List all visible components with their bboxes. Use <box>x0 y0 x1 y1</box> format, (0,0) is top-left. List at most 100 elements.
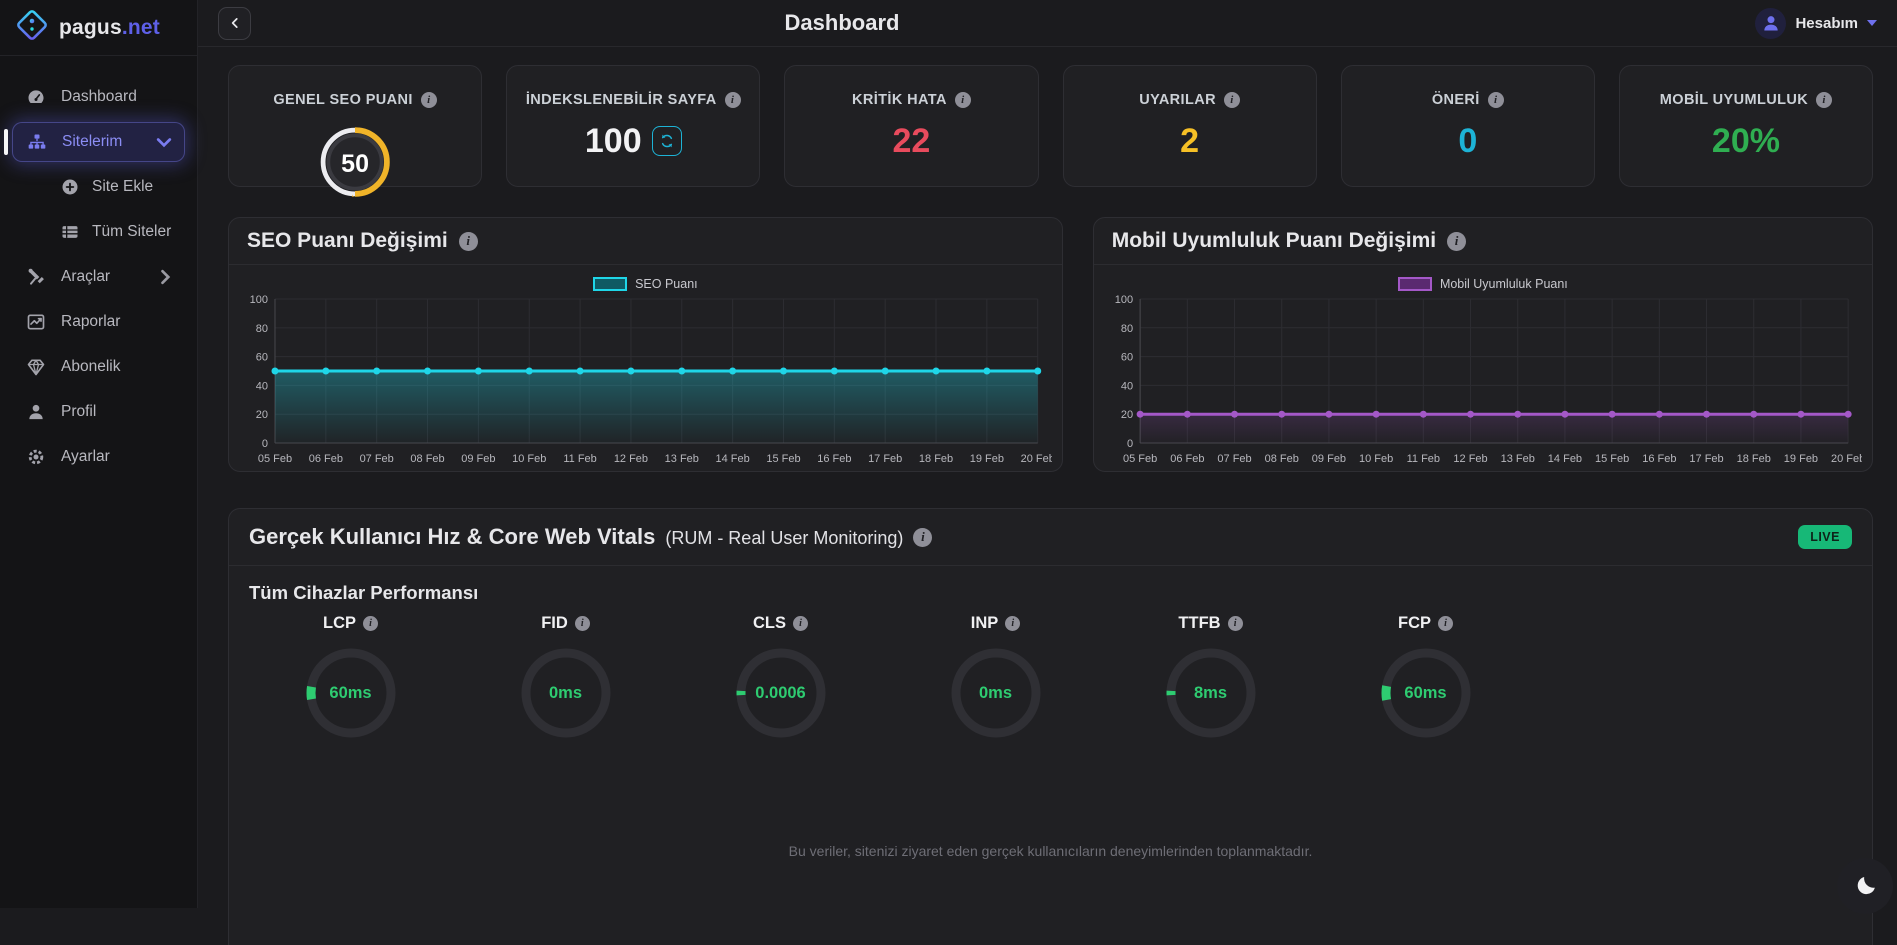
chart-legend[interactable]: Mobil Uyumluluk Puanı <box>1104 277 1862 291</box>
stat-card-mobile-compat: MOBİL UYUMLULUKi 20% <box>1619 65 1873 187</box>
live-badge: LIVE <box>1798 525 1852 549</box>
user-icon <box>1761 13 1781 33</box>
svg-text:13 Feb: 13 Feb <box>1500 453 1534 465</box>
info-icon[interactable]: i <box>1228 616 1243 631</box>
stat-label: UYARILAR <box>1139 92 1216 108</box>
topbar: Dashboard Hesabım <box>198 0 1897 47</box>
main-area: Dashboard Hesabım GENEL SEO PUANIi 50 <box>198 0 1897 908</box>
avatar <box>1755 8 1786 39</box>
chart-line-icon <box>26 312 46 332</box>
svg-text:0: 0 <box>262 438 268 450</box>
svg-text:08 Feb: 08 Feb <box>1264 453 1298 465</box>
svg-text:20: 20 <box>256 409 268 421</box>
tools-icon <box>26 267 46 287</box>
svg-text:06 Feb: 06 Feb <box>1170 453 1204 465</box>
rum-section-title: Tüm Cihazlar Performansı <box>229 582 1872 604</box>
vital-fcp: FCPi 60ms <box>1318 614 1533 741</box>
info-icon[interactable]: i <box>575 616 590 631</box>
svg-text:17 Feb: 17 Feb <box>1689 453 1723 465</box>
svg-text:15 Feb: 15 Feb <box>766 453 800 465</box>
stat-value: 20% <box>1712 124 1780 158</box>
refresh-button[interactable] <box>652 126 682 156</box>
vital-inp: INPi 0ms <box>888 614 1103 741</box>
svg-text:19 Feb: 19 Feb <box>970 453 1004 465</box>
sitemap-icon <box>27 132 47 152</box>
list-icon <box>60 222 80 242</box>
svg-text:0: 0 <box>1127 438 1133 450</box>
info-icon[interactable]: i <box>1488 92 1504 108</box>
svg-text:18 Feb: 18 Feb <box>1736 453 1770 465</box>
chart-legend[interactable]: SEO Puanı <box>239 277 1052 291</box>
info-icon[interactable]: i <box>1816 92 1832 108</box>
brand[interactable]: pagus.net <box>0 0 197 56</box>
sidebar-item-ayarlar[interactable]: Ayarlar <box>12 437 185 477</box>
stat-label: İNDEKSLENEBİLİR SAYFA <box>526 92 717 108</box>
vital-ttfb: TTFBi 8ms <box>1103 614 1318 741</box>
sidebar-item-profil[interactable]: Profil <box>12 392 185 432</box>
chevron-left-icon <box>228 16 242 30</box>
sidebar-item-raporlar[interactable]: Raporlar <box>12 302 185 342</box>
svg-text:100: 100 <box>1115 294 1133 306</box>
info-icon[interactable]: i <box>913 528 932 547</box>
info-icon[interactable]: i <box>1447 232 1466 251</box>
info-icon[interactable]: i <box>421 92 437 108</box>
svg-text:13 Feb: 13 Feb <box>665 453 699 465</box>
chart-title: Mobil Uyumluluk Puanı Değişimi <box>1112 229 1436 253</box>
svg-text:06 Feb: 06 Feb <box>309 453 343 465</box>
svg-text:80: 80 <box>1121 323 1133 335</box>
stat-value: 2 <box>1180 124 1199 158</box>
vital-fid: FIDi 0ms <box>458 614 673 741</box>
svg-text:100: 100 <box>250 294 268 306</box>
plus-circle-icon <box>60 177 80 197</box>
mobile-score-chart-card: Mobil Uyumluluk Puanı Değişimi i Mobil Uy… <box>1093 217 1873 472</box>
seo-score-value: 50 <box>315 122 395 207</box>
svg-text:07 Feb: 07 Feb <box>1217 453 1251 465</box>
svg-text:19 Feb: 19 Feb <box>1784 453 1818 465</box>
back-button[interactable] <box>218 7 251 40</box>
mobile-score-line-chart[interactable]: 02040608010005 Feb06 Feb07 Feb08 Feb09 F… <box>1104 291 1862 469</box>
page-title: Dashboard <box>785 10 900 36</box>
dashboard-content: GENEL SEO PUANIi 50 İNDEKSLENEBİLİR SAYF… <box>198 47 1897 945</box>
chevron-down-icon <box>154 132 174 152</box>
moon-icon <box>1854 875 1876 897</box>
rum-subtitle: (RUM - Real User Monitoring) <box>665 528 903 549</box>
sidebar-item-site-ekle[interactable]: Site Ekle <box>12 167 185 207</box>
account-label: Hesabım <box>1795 15 1858 32</box>
legend-swatch <box>593 277 627 291</box>
sidebar-item-sitelerim[interactable]: Sitelerim <box>12 122 185 162</box>
chart-title: SEO Puanı Değişimi <box>247 229 448 253</box>
account-menu[interactable]: Hesabım <box>1755 8 1877 39</box>
info-icon[interactable]: i <box>459 232 478 251</box>
sidebar-item-abonelik[interactable]: Abonelik <box>12 347 185 387</box>
svg-text:17 Feb: 17 Feb <box>868 453 902 465</box>
info-icon[interactable]: i <box>1005 616 1020 631</box>
info-icon[interactable]: i <box>363 616 378 631</box>
info-icon[interactable]: i <box>725 92 741 108</box>
svg-text:14 Feb: 14 Feb <box>1548 453 1582 465</box>
svg-text:08 Feb: 08 Feb <box>410 453 444 465</box>
svg-text:11 Feb: 11 Feb <box>563 453 596 465</box>
vital-cls: CLSi 0.0006 <box>673 614 888 741</box>
theme-toggle-button[interactable] <box>1837 858 1893 914</box>
info-icon[interactable]: i <box>1438 616 1453 631</box>
legend-swatch <box>1398 277 1432 291</box>
stat-value: 22 <box>893 124 931 158</box>
vital-lcp: LCPi 60ms <box>243 614 458 741</box>
stat-card-suggestions: ÖNERİi 0 <box>1341 65 1595 187</box>
sidebar-item-araclar[interactable]: Araçlar <box>12 257 185 297</box>
chevron-right-icon <box>155 267 175 287</box>
svg-text:20: 20 <box>1121 409 1133 421</box>
seo-score-line-chart[interactable]: 02040608010005 Feb06 Feb07 Feb08 Feb09 F… <box>239 291 1052 469</box>
svg-text:11 Feb: 11 Feb <box>1406 453 1439 465</box>
info-icon[interactable]: i <box>1224 92 1240 108</box>
seo-score-chart-card: SEO Puanı Değişimii SEO Puanı 0204060801… <box>228 217 1063 472</box>
gem-icon <box>26 357 46 377</box>
stat-value: 100 <box>585 124 642 158</box>
speedometer-icon <box>26 87 46 107</box>
sidebar-item-tum-siteler[interactable]: Tüm Siteler <box>12 212 185 252</box>
svg-text:60: 60 <box>256 352 268 364</box>
sidebar-item-dashboard[interactable]: Dashboard <box>12 77 185 117</box>
brand-name: pagus.net <box>59 16 160 40</box>
info-icon[interactable]: i <box>955 92 971 108</box>
info-icon[interactable]: i <box>793 616 808 631</box>
